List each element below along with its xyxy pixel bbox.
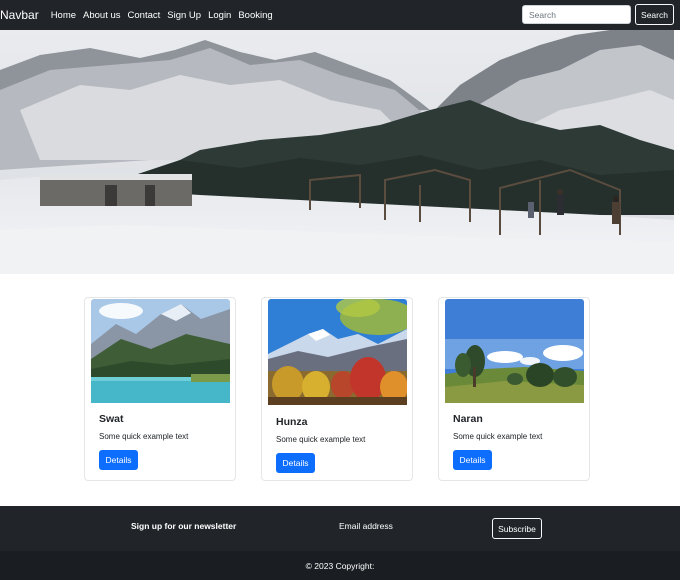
card-text-naran: Some quick example text [453, 432, 543, 441]
navbar: Navbar Home About us Contact Sign Up Log… [0, 0, 680, 30]
nav-link-login[interactable]: Login [208, 10, 231, 21]
card-title-naran: Naran [453, 413, 483, 425]
card-image-swat [91, 299, 230, 403]
copyright-bar: © 2023 Copyright: [0, 551, 680, 580]
card-swat: Swat Some quick example text Details [84, 297, 236, 481]
card-title-hunza: Hunza [276, 416, 308, 428]
search-input[interactable] [522, 5, 631, 24]
copyright-text: © 2023 Copyright: [305, 560, 375, 571]
nav-link-contact[interactable]: Contact [128, 10, 161, 21]
nav-link-about[interactable]: About us [83, 10, 121, 21]
card-title-swat: Swat [99, 413, 124, 425]
details-button-swat[interactable]: Details [99, 450, 138, 470]
newsletter-footer: Sign up for our newsletter Email address… [0, 506, 680, 551]
search-button[interactable]: Search [635, 4, 674, 25]
subscribe-button[interactable]: Subscribe [492, 518, 542, 539]
nav-link-signup[interactable]: Sign Up [167, 10, 201, 21]
card-hunza: Hunza Some quick example text Details [261, 297, 413, 481]
email-address-label: Email address [339, 521, 393, 531]
newsletter-label: Sign up for our newsletter [131, 521, 237, 531]
card-image-naran [445, 299, 584, 403]
navbar-brand[interactable]: Navbar [0, 8, 39, 22]
details-button-naran[interactable]: Details [453, 450, 492, 470]
card-image-hunza [268, 299, 407, 405]
nav-link-home[interactable]: Home [51, 10, 76, 21]
nav-link-booking[interactable]: Booking [238, 10, 272, 21]
card-naran: Naran Some quick example text Details [438, 297, 590, 481]
card-text-hunza: Some quick example text [276, 435, 366, 444]
card-text-swat: Some quick example text [99, 432, 189, 441]
search-form: Search [522, 4, 674, 25]
hero-image [0, 30, 674, 274]
details-button-hunza[interactable]: Details [276, 453, 315, 473]
